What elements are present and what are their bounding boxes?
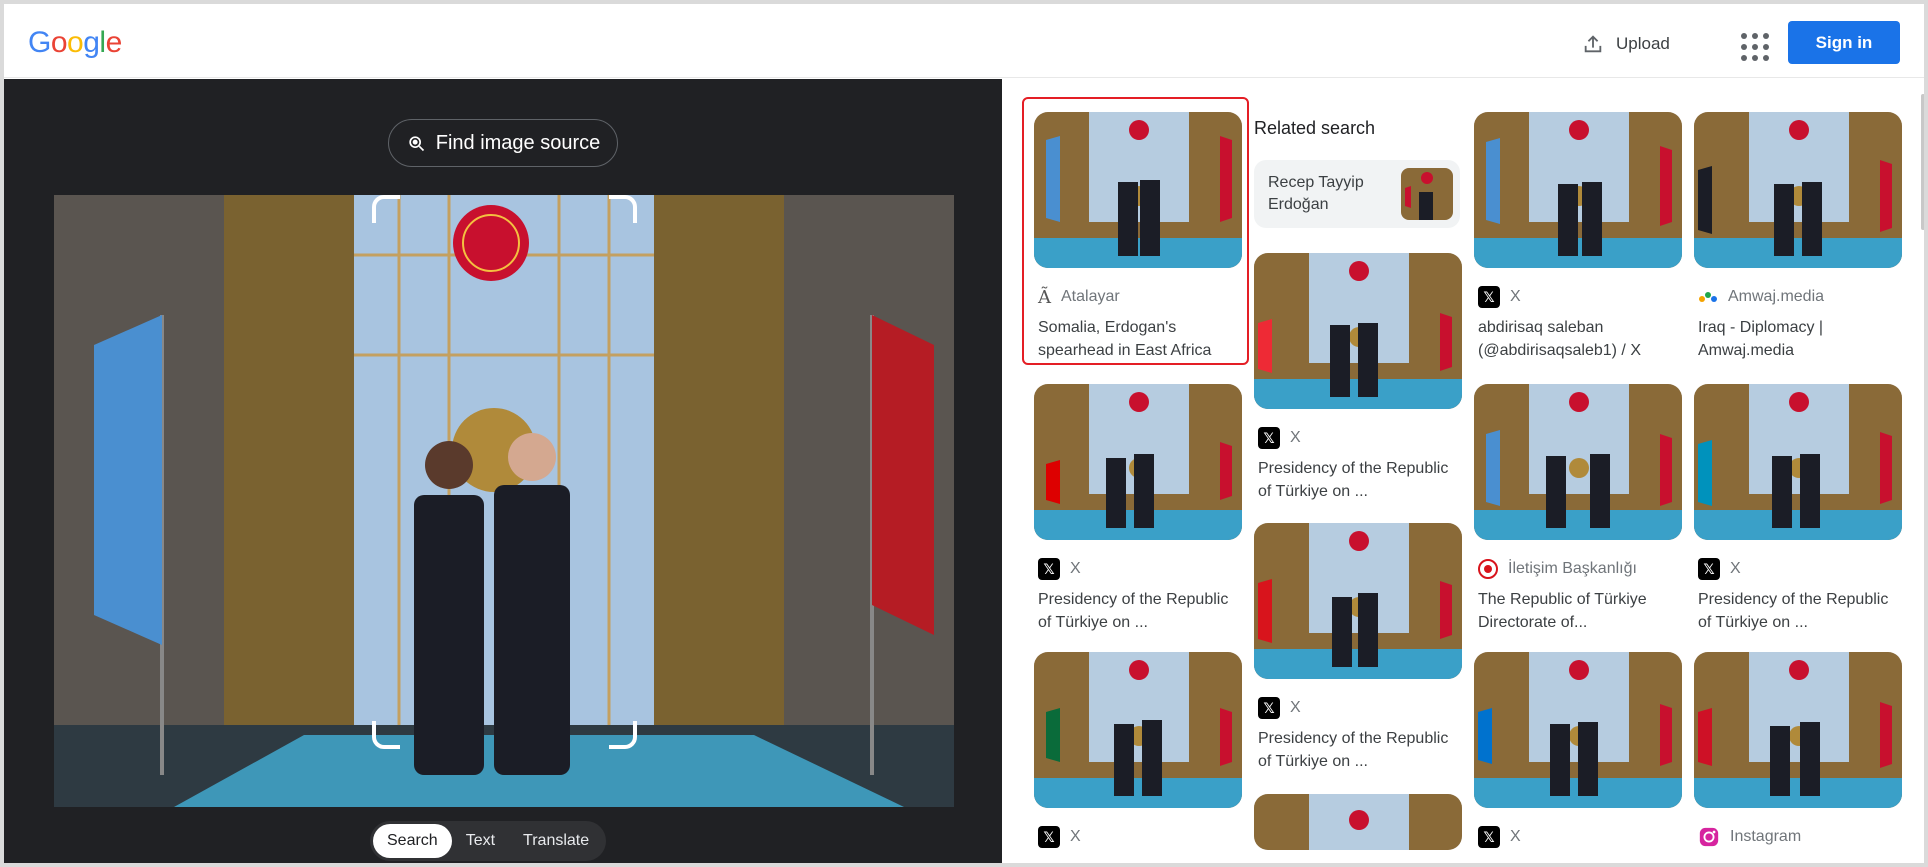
result-thumbnail[interactable] [1694, 112, 1902, 268]
tab-search[interactable]: Search [373, 824, 452, 858]
result-title[interactable]: Iraq - Diplomacy | Amwaj.media [1694, 316, 1898, 362]
tab-text[interactable]: Text [452, 824, 509, 858]
google-logo[interactable]: Google [28, 26, 122, 60]
result-card[interactable] [1254, 794, 1462, 850]
result-card[interactable]: 𝕏 X [1474, 652, 1682, 848]
result-title[interactable]: Presidency of the Republic of Türkiye on… [1694, 588, 1898, 634]
result-thumbnail[interactable] [1254, 523, 1462, 679]
result-thumbnail[interactable] [1034, 112, 1242, 268]
crop-corner-bottom-left[interactable] [372, 721, 400, 749]
tab-translate[interactable]: Translate [509, 824, 603, 858]
result-thumbnail[interactable] [1254, 794, 1462, 850]
apps-dot [1752, 33, 1758, 39]
result-thumbnail[interactable] [1474, 652, 1682, 808]
apps-dot [1763, 55, 1769, 61]
related-search-chip[interactable]: Recep Tayyip Erdoğan [1254, 160, 1460, 228]
results-scrollbar[interactable] [1921, 94, 1924, 230]
result-source: X [1070, 828, 1081, 845]
result-card[interactable]: Instagram [1694, 652, 1902, 848]
result-title[interactable]: abdirisaq saleban (@abdirisaqsaleb1) / X [1474, 316, 1678, 362]
instagram-icon [1699, 827, 1719, 847]
atalayar-icon: Ã [1038, 286, 1051, 308]
sign-in-button[interactable]: Sign in [1788, 21, 1900, 64]
result-card[interactable]: 𝕏 X Presidency of the Republic of Türkiy… [1034, 384, 1242, 634]
result-title[interactable]: Presidency of the Republic of Türkiye on… [1034, 588, 1238, 634]
result-source: X [1070, 560, 1081, 577]
x-logo-icon: 𝕏 [1258, 697, 1280, 719]
crop-corner-bottom-right[interactable] [609, 721, 637, 749]
result-thumbnail[interactable] [1474, 384, 1682, 540]
result-card[interactable]: 𝕏 X Presidency of the Republic of Türkiy… [1254, 523, 1462, 773]
crop-corner-top-right[interactable] [609, 195, 637, 223]
result-thumbnail[interactable] [1034, 652, 1242, 808]
result-card[interactable]: 𝕏 X abdirisaq saleban (@abdirisaqsaleb1)… [1474, 112, 1682, 362]
find-image-source-label: Find image source [435, 131, 601, 154]
result-thumbnail[interactable] [1254, 253, 1462, 409]
result-source: Atalayar [1061, 288, 1120, 305]
result-thumbnail[interactable] [1034, 384, 1242, 540]
x-logo-icon: 𝕏 [1478, 286, 1500, 308]
apps-dot [1741, 33, 1747, 39]
result-card[interactable]: Amwaj.media Iraq - Diplomacy | Amwaj.med… [1694, 112, 1902, 362]
header: Google Upload Sign in [4, 4, 1924, 78]
lens-image-panel: Find image source Search Text Translate [4, 79, 1002, 863]
result-title[interactable]: Somalia, Erdogan's spearhead in East Afr… [1034, 316, 1238, 362]
apps-dot [1763, 44, 1769, 50]
result-card[interactable]: Ã Atalayar Somalia, Erdogan's spearhead … [1034, 112, 1242, 362]
apps-dot [1752, 44, 1758, 50]
related-search-thumbnail [1401, 168, 1453, 220]
result-source: Instagram [1730, 828, 1802, 845]
result-title[interactable]: The Republic of Türkiye Directorate of..… [1474, 588, 1678, 634]
result-source: X [1730, 560, 1741, 577]
x-logo-icon: 𝕏 [1038, 558, 1060, 580]
result-card[interactable]: 𝕏 X Presidency of the Republic of Türkiy… [1254, 253, 1462, 503]
result-title[interactable]: Presidency of the Republic of Türkiye on… [1254, 727, 1458, 773]
result-thumbnail[interactable] [1474, 112, 1682, 268]
query-image[interactable] [54, 195, 954, 807]
amwaj-media-icon [1699, 292, 1717, 302]
apps-dot [1741, 55, 1747, 61]
google-apps-button[interactable] [1736, 28, 1769, 61]
apps-dot [1763, 33, 1769, 39]
result-card[interactable]: İletişim Başkanlığı The Republic of Türk… [1474, 384, 1682, 634]
x-logo-icon: 𝕏 [1698, 558, 1720, 580]
result-source: X [1290, 429, 1301, 446]
related-search-label: Recep Tayyip Erdoğan [1268, 174, 1364, 213]
upload-button[interactable]: Upload [1582, 26, 1670, 62]
x-logo-icon: 𝕏 [1038, 826, 1060, 848]
crop-corner-top-left[interactable] [372, 195, 400, 223]
result-thumbnail[interactable] [1694, 384, 1902, 540]
apps-dot [1741, 44, 1747, 50]
browser-frame: Google Upload Sign in Find image source [0, 0, 1928, 867]
result-card[interactable]: 𝕏 X Presidency of the Republic of Türkiy… [1694, 384, 1902, 634]
result-source: Amwaj.media [1728, 288, 1825, 305]
x-logo-icon: 𝕏 [1478, 826, 1500, 848]
result-title[interactable]: Presidency of the Republic of Türkiye on… [1254, 457, 1458, 503]
x-logo-icon: 𝕏 [1258, 427, 1280, 449]
result-thumbnail[interactable] [1694, 652, 1902, 808]
apps-dot [1752, 55, 1758, 61]
lens-mode-tabs: Search Text Translate [370, 821, 607, 861]
result-card[interactable]: 𝕏 X [1034, 652, 1242, 848]
result-source: İletişim Başkanlığı [1508, 560, 1637, 577]
lens-search-icon [409, 136, 424, 152]
upload-label: Upload [1616, 34, 1670, 53]
result-source: X [1290, 699, 1301, 716]
result-source: X [1510, 828, 1521, 845]
upload-icon [1584, 35, 1602, 53]
find-image-source-button[interactable]: Find image source [388, 119, 618, 167]
iletisim-baskanligi-icon [1478, 559, 1498, 579]
related-search-heading: Related search [1254, 118, 1376, 138]
result-source: X [1510, 288, 1521, 305]
